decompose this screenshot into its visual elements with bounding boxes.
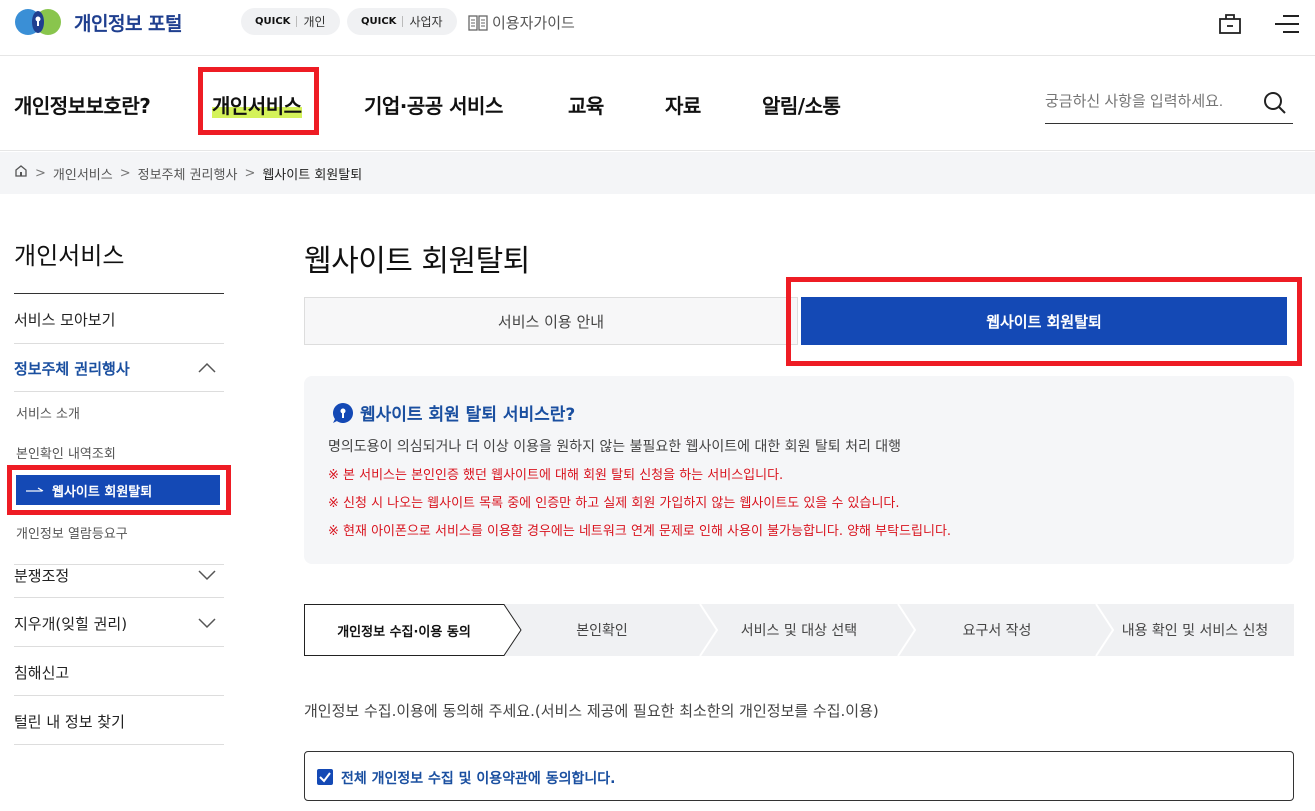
tab-label: 서비스 이용 안내: [497, 312, 605, 331]
info-note: ※ 본 서비스는 본인인증 했던 웹사이트에 대해 회원 탈퇴 신청을 하는 서…: [328, 468, 784, 483]
quick-tag: QUICK: [255, 16, 291, 27]
breadcrumb-separator: >: [35, 165, 46, 181]
sidebar-item-label: 침해신고: [14, 664, 70, 682]
step-consent: 개인정보 수집·이용 동의: [337, 624, 471, 640]
step-verification: 본인확인: [576, 623, 628, 639]
lock-badge-icon: [333, 402, 353, 423]
info-box: 웹사이트 회원 탈퇴 서비스란? 명의도용이 의심되거나 더 이상 이용을 원하…: [304, 376, 1294, 564]
gnb-item-enterprise[interactable]: 기업·공공 서비스: [364, 90, 503, 119]
sidebar-item-label: 지우개(잊힐 권리): [14, 615, 128, 633]
gnb-item-about[interactable]: 개인정보보호란?: [14, 90, 151, 119]
chevron-up-icon: [198, 360, 216, 378]
sidebar-subitem-verification[interactable]: 본인확인 내역조회: [16, 443, 116, 462]
quick-label: 개인: [303, 15, 326, 29]
agree-all-label: 전체 개인정보 수집 및 이용약관에 동의합니다.: [341, 771, 616, 787]
search-input[interactable]: [1045, 86, 1245, 116]
step-confirm-submit: 내용 확인 및 서비스 신청: [1121, 623, 1269, 639]
sidebar-subitem-access-request[interactable]: 개인정보 열람등요구: [16, 523, 128, 542]
step-write-request: 요구서 작성: [962, 623, 1032, 639]
menu-icon[interactable]: [1275, 12, 1299, 40]
info-note: ※ 현재 아이폰으로 서비스를 이용할 경우에는 네트워크 연계 문제로 인해 …: [328, 524, 952, 539]
quick-link-business[interactable]: QUICK 사업자: [347, 8, 457, 35]
quick-link-individual[interactable]: QUICK 개인: [241, 8, 340, 35]
sidebar-title: 개인서비스: [14, 242, 125, 270]
sidebar-item-rights[interactable]: 정보주체 권리행사: [14, 358, 224, 392]
breadcrumb-item[interactable]: 개인서비스: [53, 164, 113, 183]
logo-mark-icon: [14, 8, 64, 36]
annotation-highlight-box: [786, 277, 1302, 366]
sidebar-item-label: 털린 내 정보 찾기: [14, 713, 125, 731]
tab-service-guide[interactable]: 서비스 이용 안내: [304, 297, 798, 345]
sidebar-item-label: 서비스 모아보기: [14, 311, 116, 329]
breadcrumb-separator: >: [119, 165, 131, 181]
step-select-target: 서비스 및 대상 선택: [740, 623, 858, 639]
user-guide-link[interactable]: 이용자가이드: [468, 12, 575, 33]
info-heading-text: 웹사이트 회원 탈퇴 서비스란?: [360, 405, 576, 425]
home-icon[interactable]: [14, 164, 28, 182]
logo-text: 개인정보 포털: [74, 12, 183, 35]
search-icon[interactable]: [1263, 91, 1287, 119]
chevron-down-icon: [198, 615, 216, 633]
agree-all-checkbox[interactable]: [317, 769, 333, 785]
agree-all-row[interactable]: 전체 개인정보 수집 및 이용약관에 동의합니다.: [304, 751, 1294, 801]
sidebar-item-dispute[interactable]: 분쟁조정: [14, 564, 224, 598]
gnb-item-education[interactable]: 교육: [568, 90, 604, 119]
sidebar-item-leaked-info[interactable]: 털린 내 정보 찾기: [14, 711, 224, 745]
breadcrumb: > 개인서비스 > 정보주체 권리행사 > 웹사이트 회원탈퇴: [0, 152, 1315, 194]
breadcrumb-current: 웹사이트 회원탈퇴: [262, 167, 363, 183]
user-guide-label: 이용자가이드: [492, 14, 575, 32]
info-note: ※ 신청 시 나오는 웹사이트 목록 중에 인증만 하고 실제 회원 가입하지 …: [328, 496, 900, 511]
annotation-highlight-box: [7, 465, 231, 515]
check-icon: [319, 772, 331, 783]
annotation-highlight-box: [198, 67, 319, 135]
sidebar-item-service-overview[interactable]: 서비스 모아보기: [14, 309, 224, 344]
sidebar-item-report[interactable]: 침해신고: [14, 662, 224, 696]
search-box: [1045, 86, 1293, 124]
gnb-item-notice[interactable]: 알림/소통: [762, 90, 841, 119]
info-description: 명의도용이 의심되거나 더 이상 이용을 원하지 않는 불필요한 웹사이트에 대…: [328, 439, 902, 455]
chevron-down-icon: [198, 567, 216, 585]
breadcrumb-item[interactable]: 정보주체 권리행사: [138, 164, 238, 183]
sidebar-divider: [14, 293, 224, 294]
sidebar-item-label: 분쟁조정: [14, 567, 70, 585]
top-bar: 개인정보 포털 QUICK 개인 QUICK 사업자 이용자가이드: [0, 0, 1315, 56]
sidebar-subitem-intro[interactable]: 서비스 소개: [16, 403, 80, 422]
consent-instruction: 개인정보 수집.이용에 동의해 주세요.(서비스 제공에 필요한 최소한의 개인…: [304, 702, 879, 720]
gnb-item-resources[interactable]: 자료: [665, 90, 701, 119]
sidebar-item-eraser[interactable]: 지우개(잊힐 권리): [14, 613, 224, 647]
quick-tag: QUICK: [361, 16, 397, 27]
site-logo[interactable]: 개인정보 포털: [14, 8, 183, 36]
sidebar-item-label: 정보주체 권리행사: [14, 360, 130, 378]
page-title: 웹사이트 회원탈퇴: [304, 244, 530, 279]
breadcrumb-separator: >: [244, 165, 256, 181]
book-icon: [468, 14, 488, 31]
quick-label: 사업자: [409, 15, 443, 29]
progress-steps: 개인정보 수집·이용 동의 본인확인 서비스 및 대상 선택 요구서 작성 내용…: [304, 604, 1294, 656]
briefcase-icon[interactable]: [1218, 12, 1242, 40]
info-heading: 웹사이트 회원 탈퇴 서비스란?: [332, 400, 575, 425]
